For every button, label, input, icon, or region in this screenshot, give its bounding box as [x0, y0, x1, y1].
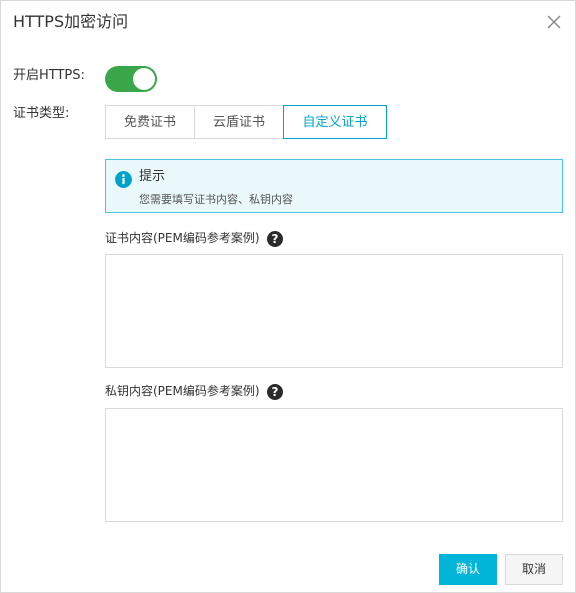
tip-text: 您需要填写证书内容、私钥内容 [139, 193, 293, 206]
cert-option-cloudshield[interactable]: 云盾证书 [194, 105, 284, 139]
https-toggle-label: 开启HTTPS: [13, 68, 85, 83]
tip-title: 提示 [139, 169, 166, 184]
toggle-knob [133, 68, 155, 90]
confirm-button[interactable]: 确认 [439, 554, 497, 585]
cancel-button[interactable]: 取消 [505, 554, 563, 585]
question-icon[interactable]: ? [267, 231, 283, 247]
private-key-label: 私钥内容(PEM编码参考案例) [105, 384, 260, 398]
cert-option-free[interactable]: 免费证书 [105, 105, 195, 139]
https-toggle[interactable] [105, 66, 157, 92]
private-key-textarea[interactable] [105, 408, 563, 522]
https-dialog: HTTPS加密访问 开启HTTPS: 证书类型: 免费证书 云盾证书 自定义证书… [0, 0, 576, 593]
cert-content-textarea[interactable] [105, 254, 563, 368]
info-icon [115, 171, 132, 188]
dialog-title: HTTPS加密访问 [13, 12, 129, 31]
question-icon[interactable]: ? [267, 384, 283, 400]
cert-option-custom[interactable]: 自定义证书 [283, 105, 387, 139]
cert-content-label: 证书内容(PEM编码参考案例) [105, 231, 260, 245]
tip-box: 提示 您需要填写证书内容、私钥内容 [105, 159, 563, 213]
cert-type-label: 证书类型: [13, 106, 70, 121]
close-icon[interactable] [545, 13, 563, 31]
